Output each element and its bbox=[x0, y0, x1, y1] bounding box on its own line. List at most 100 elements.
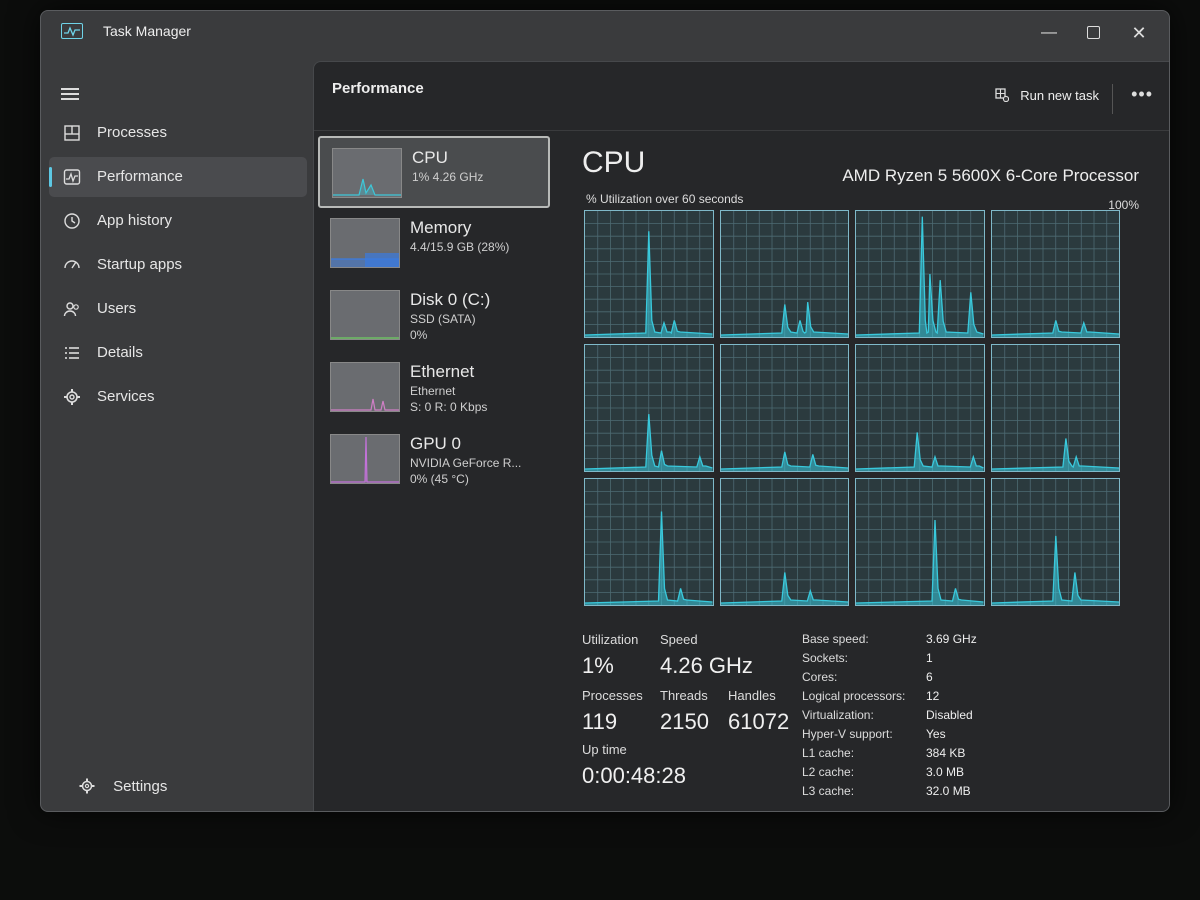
run-task-icon bbox=[994, 88, 1009, 102]
device-list: CPU 1% 4.26 GHz Memory 4.4/15.9 GB (28%)… bbox=[318, 136, 550, 496]
cpu-title: CPU bbox=[582, 146, 646, 179]
core-graph bbox=[719, 210, 849, 338]
spec-label: Sockets: bbox=[802, 651, 849, 665]
stat-value: 61072 bbox=[728, 709, 790, 734]
users-icon bbox=[63, 302, 79, 317]
core-graph bbox=[584, 210, 714, 338]
run-new-task-button[interactable]: Run new task bbox=[994, 88, 1099, 103]
sidebar-item-app-history[interactable]: App history bbox=[49, 201, 307, 241]
stat-value: 2150 bbox=[660, 709, 709, 734]
core-graph bbox=[584, 478, 714, 606]
spec-label: L1 cache: bbox=[802, 746, 855, 760]
page-title: Performance bbox=[332, 80, 424, 97]
settings-label: Settings bbox=[113, 778, 168, 795]
stat-value: 4.26 GHz bbox=[660, 653, 753, 678]
spec-value: 12 bbox=[926, 689, 940, 703]
sidebar-item-performance[interactable]: Performance bbox=[49, 157, 307, 197]
sidebar-item-label: Processes bbox=[97, 124, 168, 141]
device-name: Memory bbox=[410, 218, 472, 237]
ethernet-thumbnail-graph bbox=[330, 362, 400, 412]
startup-icon bbox=[64, 260, 80, 269]
spec-label: Virtualization: bbox=[802, 708, 874, 722]
core-graph bbox=[855, 344, 985, 472]
spec-value: Yes bbox=[926, 727, 946, 741]
spec-label: L2 cache: bbox=[802, 765, 855, 779]
gear-icon bbox=[79, 778, 95, 794]
stat-value: 1% bbox=[582, 653, 614, 678]
cpu-core-graphs bbox=[584, 210, 1120, 606]
device-detail: S: 0 R: 0 Kbps bbox=[410, 400, 488, 414]
stat-label: Speed bbox=[660, 632, 698, 647]
spec-value: 384 KB bbox=[926, 746, 966, 760]
main-content: Performance Run new task ••• CPU 1% 4.26… bbox=[313, 61, 1169, 811]
spec-label: Hyper-V support: bbox=[802, 727, 893, 741]
device-detail: 0% bbox=[410, 328, 428, 342]
core-graph bbox=[990, 210, 1120, 338]
maximize-button[interactable] bbox=[1073, 19, 1113, 47]
close-button[interactable]: ✕ bbox=[1119, 19, 1159, 47]
run-new-task-label: Run new task bbox=[1020, 88, 1099, 103]
core-graph bbox=[584, 344, 714, 472]
device-name: Ethernet bbox=[410, 362, 475, 381]
device-name: CPU bbox=[412, 148, 448, 167]
core-graph bbox=[719, 478, 849, 606]
device-item-ethernet[interactable]: Ethernet Ethernet S: 0 R: 0 Kbps bbox=[318, 352, 550, 424]
settings-button[interactable]: Settings bbox=[79, 778, 167, 795]
device-item-disk[interactable]: Disk 0 (C:) SSD (SATA) 0% bbox=[318, 280, 550, 352]
spec-label: Cores: bbox=[802, 670, 838, 684]
stat-label: Threads bbox=[660, 688, 708, 703]
device-subtitle: 4.4/15.9 GB (28%) bbox=[410, 240, 510, 254]
cpu-thumbnail-graph bbox=[332, 148, 402, 198]
sidebar-item-users[interactable]: Users bbox=[49, 289, 307, 329]
core-graph bbox=[855, 210, 985, 338]
sidebar-item-startup-apps[interactable]: Startup apps bbox=[49, 245, 307, 285]
spec-value: 1 bbox=[926, 651, 933, 665]
sidebar-item-label: Services bbox=[97, 388, 155, 405]
device-item-memory[interactable]: Memory 4.4/15.9 GB (28%) bbox=[318, 208, 550, 280]
device-item-cpu[interactable]: CPU 1% 4.26 GHz bbox=[318, 136, 550, 208]
stat-label: Processes bbox=[582, 688, 643, 703]
more-options-button[interactable]: ••• bbox=[1131, 84, 1153, 105]
minimize-button[interactable]: — bbox=[1029, 19, 1069, 47]
device-subtitle: Ethernet bbox=[410, 384, 456, 398]
maximize-icon bbox=[1086, 26, 1100, 40]
spec-label: L3 cache: bbox=[802, 784, 855, 798]
sidebar-item-label: Performance bbox=[97, 168, 183, 185]
hamburger-menu-icon[interactable] bbox=[61, 85, 79, 103]
sidebar-item-processes[interactable]: Processes bbox=[49, 113, 307, 153]
task-manager-window: Task Manager — ✕ Processes Performance A… bbox=[40, 10, 1170, 812]
spec-value: Disabled bbox=[926, 708, 973, 722]
disk-thumbnail-graph bbox=[330, 290, 400, 340]
processes-icon bbox=[64, 125, 80, 141]
header-divider bbox=[314, 130, 1169, 131]
stat-value: 119 bbox=[582, 709, 618, 734]
sidebar-item-details[interactable]: Details bbox=[49, 333, 307, 373]
services-icon bbox=[64, 389, 80, 405]
cpu-detail-panel: CPU AMD Ryzen 5 5600X 6-Core Processor %… bbox=[576, 136, 1169, 811]
device-subtitle: SSD (SATA) bbox=[410, 312, 476, 326]
spec-value: 32.0 MB bbox=[926, 784, 971, 798]
spec-value: 6 bbox=[926, 670, 933, 684]
core-graph bbox=[990, 478, 1120, 606]
navigation-pane: Processes Performance App history Startu… bbox=[41, 55, 313, 811]
stat-utilization: Utilization 1% bbox=[582, 632, 638, 679]
stat-uptime: Up time 0:00:48:28 bbox=[582, 742, 686, 789]
core-graph bbox=[855, 478, 985, 606]
device-name: Disk 0 (C:) bbox=[410, 290, 491, 309]
device-detail: 0% (45 °C) bbox=[410, 472, 469, 486]
details-icon bbox=[65, 347, 79, 359]
stat-threads: Threads 2150 bbox=[660, 688, 709, 735]
title-bar[interactable]: Task Manager — ✕ bbox=[41, 11, 1169, 55]
device-item-gpu[interactable]: GPU 0 NVIDIA GeForce R... 0% (45 °C) bbox=[318, 424, 550, 496]
sidebar-item-services[interactable]: Services bbox=[49, 377, 307, 417]
toolbar-separator bbox=[1112, 84, 1113, 114]
core-graph bbox=[990, 344, 1120, 472]
stat-speed: Speed 4.26 GHz bbox=[660, 632, 753, 679]
device-subtitle: NVIDIA GeForce R... bbox=[410, 456, 522, 470]
sidebar-item-label: Startup apps bbox=[97, 256, 183, 273]
memory-thumbnail-graph bbox=[330, 218, 400, 268]
core-graph bbox=[719, 344, 849, 472]
spec-value: 3.69 GHz bbox=[926, 632, 977, 646]
stat-label: Handles bbox=[728, 688, 776, 703]
task-manager-logo-icon bbox=[61, 23, 83, 39]
